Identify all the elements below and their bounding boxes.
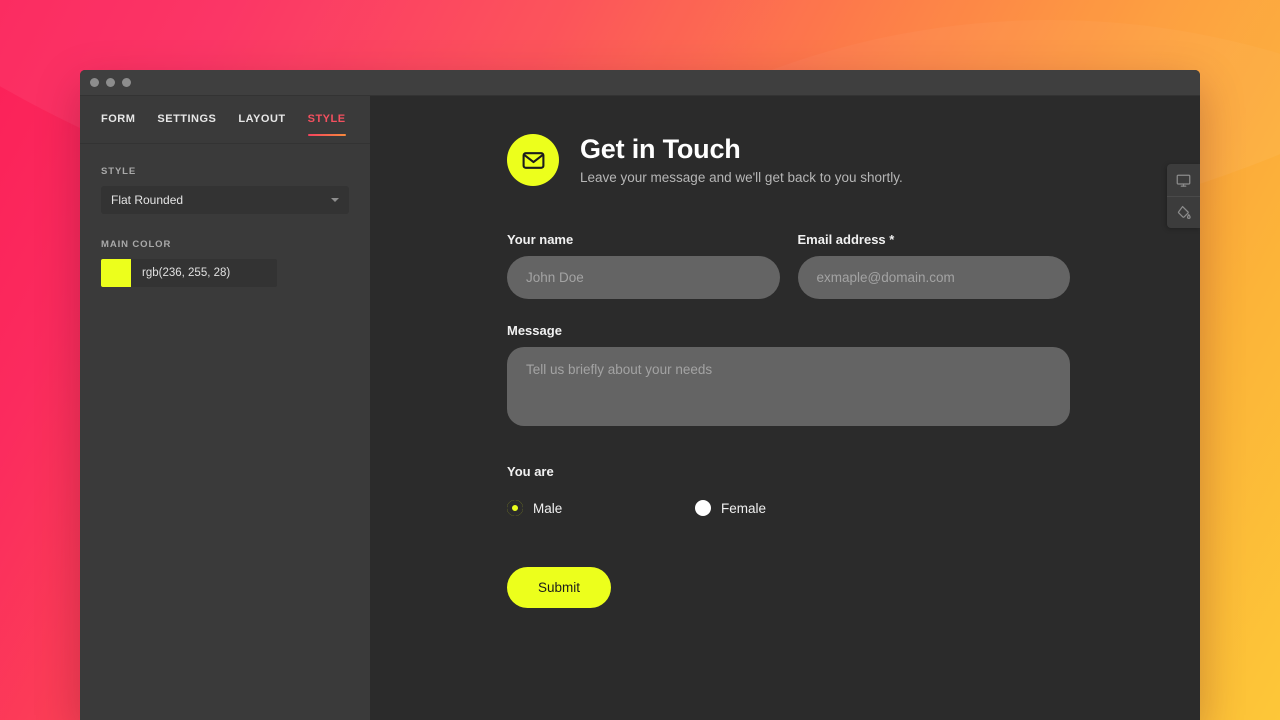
form-preview-canvas: Get in Touch Leave your message and we'l… [370,96,1200,720]
envelope-icon [507,134,559,186]
sidebar-tabbar: FORM SETTINGS LAYOUT STYLE [80,96,370,144]
form-heading-block: Get in Touch Leave your message and we'l… [580,134,903,185]
gender-radio-group: Male Female [507,500,1070,516]
style-select[interactable]: Flat Rounded [101,186,349,214]
name-label: Your name [507,232,574,247]
main-color-field-group: MAIN COLOR rgb(236, 255, 28) [101,239,349,287]
email-input[interactable] [797,256,1070,299]
window-minimize-dot[interactable] [106,78,115,87]
contact-form: Get in Touch Leave your message and we'l… [370,96,1070,608]
main-color-picker[interactable]: rgb(236, 255, 28) [101,259,277,287]
radio-unselected-icon[interactable] [695,500,711,516]
settings-sidebar: FORM SETTINGS LAYOUT STYLE STYLE Flat Ro… [80,96,370,720]
style-select-value: Flat Rounded [111,193,184,207]
window-titlebar [80,70,1200,96]
page-subtitle: Leave your message and we'll get back to… [580,169,903,185]
window-maximize-dot[interactable] [122,78,131,87]
name-input[interactable] [507,256,780,299]
radio-option-male[interactable]: Male [507,500,695,516]
tab-form[interactable]: FORM [101,113,135,136]
radio-label-female: Female [721,500,767,516]
message-input[interactable] [507,347,1070,426]
preview-toolbar [1167,164,1200,228]
color-swatch[interactable] [101,259,131,287]
window-close-dot[interactable] [90,78,99,87]
tab-style[interactable]: STYLE [307,113,346,136]
form-header: Get in Touch Leave your message and we'l… [507,134,1070,186]
desktop-background: FORM SETTINGS LAYOUT STYLE STYLE Flat Ro… [0,0,1280,720]
name-field-group: Your name [507,232,780,299]
page-title: Get in Touch [580,134,741,165]
message-label: Message [507,323,562,338]
radio-selected-icon[interactable] [507,500,523,516]
paint-bucket-icon[interactable] [1167,196,1200,228]
style-section-label: STYLE [101,166,137,177]
main-color-label: MAIN COLOR [101,239,172,250]
tab-layout[interactable]: LAYOUT [238,113,285,136]
color-value-text: rgb(236, 255, 28) [142,267,231,279]
gender-field-group: You are Male Female [507,464,1070,516]
tab-settings[interactable]: SETTINGS [157,113,216,136]
app-window: FORM SETTINGS LAYOUT STYLE STYLE Flat Ro… [80,70,1200,720]
radio-label-male: Male [533,500,563,516]
name-email-row: Your name Email address * [507,232,1070,299]
message-field-group: Message [507,323,1070,431]
gender-label: You are [507,464,554,479]
monitor-icon[interactable] [1167,164,1200,196]
radio-option-female[interactable]: Female [695,500,883,516]
style-panel: STYLE Flat Rounded MAIN COLOR rgb(236, 2… [80,144,370,287]
chevron-down-icon [331,198,339,202]
window-body: FORM SETTINGS LAYOUT STYLE STYLE Flat Ro… [80,96,1200,720]
form-fields: Your name Email address * Message [507,232,1070,608]
style-field-group: STYLE Flat Rounded [101,166,349,214]
email-label: Email address * [797,232,895,247]
submit-button[interactable]: Submit [507,567,611,608]
email-field-group: Email address * [797,232,1070,299]
